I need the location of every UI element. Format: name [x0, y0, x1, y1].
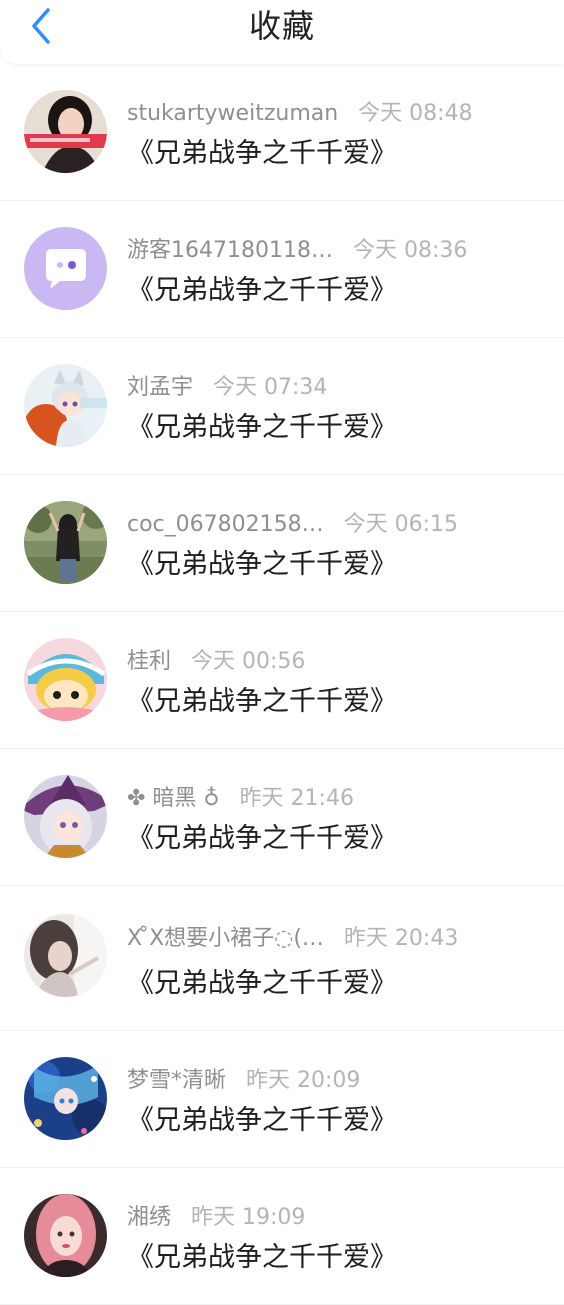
timestamp: 今天 08:36 — [352, 238, 468, 263]
timestamp: 昨天 19:09 — [191, 1205, 306, 1230]
work-title: 《兄弟战争之千千爱》 — [127, 968, 397, 999]
item-meta: 湘绣 昨天 19:09 — [127, 1203, 544, 1233]
item-meta: 桂利 今天 00:56 — [127, 647, 544, 677]
item-meta: 梦雪*清晰 昨天 20:09 — [127, 1066, 544, 1096]
user-name[interactable]: stukartyweitzuman — [127, 99, 338, 129]
favorites-list: stukartyweitzuman 今天 08:48 《兄弟战争之千千爱》 游客1… — [0, 64, 564, 1305]
avatar-girl-pink-hair[interactable] — [24, 1194, 107, 1277]
timestamp: 昨天 20:09 — [246, 1068, 361, 1093]
avatar-anime-blue[interactable] — [24, 1057, 107, 1140]
work-title: 《兄弟战争之千千爱》 — [127, 823, 397, 854]
item-meta: 游客1647180118… 今天 08:36 — [127, 236, 544, 266]
list-item[interactable]: coc_067802158… 今天 06:15 《兄弟战争之千千爱》 — [0, 475, 564, 612]
user-name[interactable]: coc_067802158… — [127, 510, 324, 540]
timestamp: 今天 07:34 — [213, 375, 328, 400]
avatar-girl-park[interactable] — [24, 501, 107, 584]
timestamp: 今天 06:15 — [343, 512, 459, 537]
user-name[interactable]: 桂利 — [127, 647, 171, 677]
list-item[interactable]: 刘孟宇 今天 07:34 《兄弟战争之千千爱》 — [0, 338, 564, 475]
avatar-girl-soft[interactable] — [24, 914, 107, 997]
timestamp: 今天 00:56 — [191, 649, 306, 674]
list-item[interactable]: 游客1647180118… 今天 08:36 《兄弟战争之千千爱》 — [0, 201, 564, 338]
avatar-cartoon-blonde[interactable] — [24, 638, 107, 721]
item-meta: 刘孟宇 今天 07:34 — [127, 373, 544, 403]
user-name[interactable]: ✤ 暗黑 ♁ — [127, 784, 220, 814]
list-item[interactable]: X ̊X想要小裙子◌(… 昨天 20:43 《兄弟战争之千千爱》 — [0, 886, 564, 1031]
list-item[interactable]: ✤ 暗黑 ♁ 昨天 21:46 《兄弟战争之千千爱》 — [0, 749, 564, 886]
timestamp: 昨天 20:43 — [343, 926, 459, 951]
work-title: 《兄弟战争之千千爱》 — [127, 1242, 397, 1273]
work-title: 《兄弟战争之千千爱》 — [127, 138, 397, 169]
timestamp: 今天 08:48 — [358, 101, 473, 126]
avatar-girl-photo[interactable] — [24, 90, 107, 173]
avatar-anime-cat-boy[interactable] — [24, 364, 107, 447]
work-title: 《兄弟战争之千千爱》 — [127, 275, 397, 306]
list-item[interactable]: stukartyweitzuman 今天 08:48 《兄弟战争之千千爱》 — [0, 64, 564, 201]
page-title: 收藏 — [248, 7, 315, 45]
item-meta: stukartyweitzuman 今天 08:48 — [127, 99, 544, 129]
item-meta: X ̊X想要小裙子◌(… 昨天 20:43 — [127, 924, 544, 954]
default-chat-bubble-avatar[interactable] — [24, 227, 107, 310]
work-title: 《兄弟战争之千千爱》 — [127, 549, 397, 580]
item-meta: coc_067802158… 今天 06:15 — [127, 510, 544, 540]
user-name[interactable]: 梦雪*清晰 — [127, 1066, 226, 1096]
user-name[interactable]: X ̊X想要小裙子◌(… — [127, 924, 324, 954]
work-title: 《兄弟战争之千千爱》 — [127, 412, 397, 443]
avatar-anime-witch[interactable] — [24, 775, 107, 858]
user-name[interactable]: 湘绣 — [127, 1203, 171, 1233]
user-name[interactable]: 刘孟宇 — [127, 373, 193, 403]
list-item[interactable]: 湘绣 昨天 19:09 《兄弟战争之千千爱》 — [0, 1168, 564, 1305]
work-title: 《兄弟战争之千千爱》 — [127, 1105, 397, 1136]
item-meta: ✤ 暗黑 ♁ 昨天 21:46 — [127, 784, 544, 814]
list-item[interactable]: 梦雪*清晰 昨天 20:09 《兄弟战争之千千爱》 — [0, 1031, 564, 1168]
list-item[interactable]: 桂利 今天 00:56 《兄弟战争之千千爱》 — [0, 612, 564, 749]
work-title: 《兄弟战争之千千爱》 — [127, 686, 397, 717]
timestamp: 昨天 21:46 — [239, 786, 354, 811]
user-name[interactable]: 游客1647180118… — [127, 236, 333, 266]
header-bar: 收藏 — [0, 0, 564, 64]
